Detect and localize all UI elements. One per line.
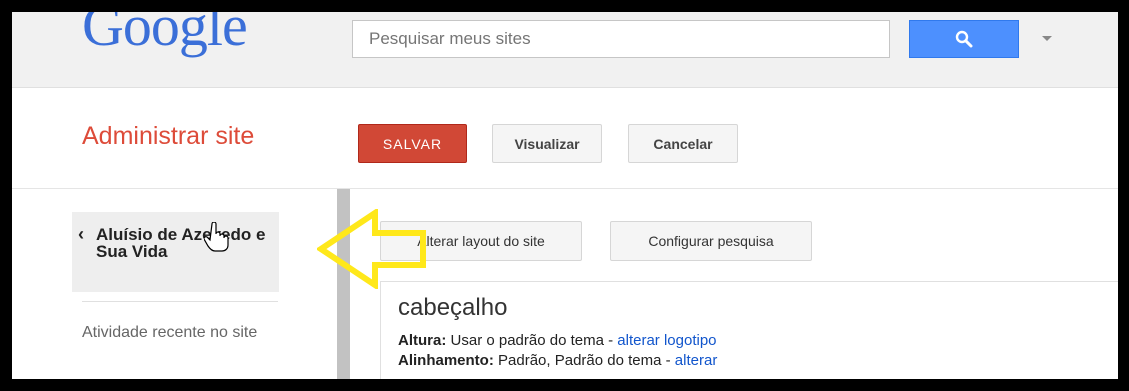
main-content: Alterar layout do site Configurar pesqui… bbox=[350, 189, 1118, 379]
logo-text: Google bbox=[82, 12, 248, 58]
search-icon bbox=[955, 30, 973, 48]
height-value: Usar o padrão do tema - bbox=[450, 332, 618, 349]
height-setting: Altura: Usar o padrão do tema - alterar … bbox=[398, 332, 717, 349]
sidebar: ‹ Aluísio de Azevedo e Sua Vida Atividad… bbox=[12, 189, 337, 379]
search-box[interactable] bbox=[352, 20, 890, 58]
search-button[interactable] bbox=[909, 20, 1019, 58]
change-alignment-link[interactable]: alterar bbox=[675, 352, 718, 369]
top-bar: Google bbox=[12, 12, 1118, 88]
browser-viewport: Google Administrar site SALVAR Visualiza… bbox=[12, 12, 1118, 379]
sidebar-item-recent-activity[interactable]: Atividade recente no site bbox=[82, 324, 282, 342]
hand-cursor-icon bbox=[204, 222, 229, 252]
sidebar-site-name: Aluísio de Azevedo e Sua Vida bbox=[96, 225, 266, 261]
google-logo[interactable]: Google bbox=[82, 12, 248, 59]
chevron-left-icon: ‹ bbox=[78, 224, 84, 244]
sidebar-divider bbox=[82, 301, 278, 302]
configure-search-button[interactable]: Configurar pesquisa bbox=[610, 221, 812, 261]
panel-title: cabeçalho bbox=[398, 294, 508, 321]
height-label: Altura: bbox=[398, 332, 447, 349]
change-logo-link[interactable]: alterar logotipo bbox=[617, 332, 716, 349]
alignment-label: Alinhamento: bbox=[398, 352, 494, 369]
preview-button[interactable]: Visualizar bbox=[492, 124, 602, 163]
admin-header: Administrar site SALVAR Visualizar Cance… bbox=[12, 88, 1118, 189]
alignment-setting: Alinhamento: Padrão, Padrão do tema - al… bbox=[398, 352, 717, 369]
search-input[interactable] bbox=[353, 21, 889, 57]
sidebar-item-current-site[interactable]: ‹ Aluísio de Azevedo e Sua Vida bbox=[72, 212, 279, 292]
header-settings-panel: cabeçalho Altura: Usar o padrão do tema … bbox=[380, 281, 1118, 379]
save-button[interactable]: SALVAR bbox=[358, 124, 467, 163]
page-title: Administrar site bbox=[82, 122, 255, 150]
cancel-button[interactable]: Cancelar bbox=[628, 124, 738, 163]
annotation-arrow-icon bbox=[317, 209, 426, 289]
caret-down-icon[interactable] bbox=[1042, 36, 1052, 41]
alignment-value: Padrão, Padrão do tema - bbox=[498, 352, 675, 369]
